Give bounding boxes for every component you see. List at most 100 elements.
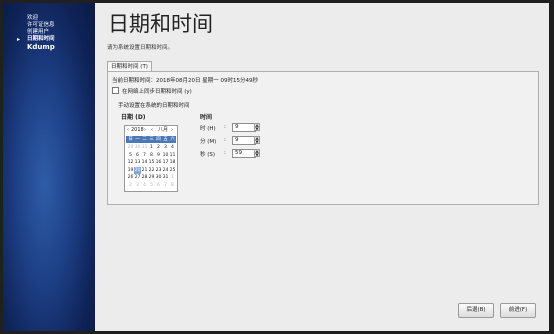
weekday-label: 一 (135, 137, 140, 142)
page-instruction: 请为系统设置日期和时间。 (107, 45, 174, 51)
time-heading: 时间 (200, 114, 213, 121)
sidebar-item-label: 许可证信息 (27, 22, 55, 28)
current-datetime-label: 当前日期和时间： (112, 78, 157, 84)
calendar-day[interactable]: 17 (162, 159, 169, 166)
hour-spinner-buttons: ▲ ▼ (254, 123, 260, 132)
network-sync-label[interactable]: 在网络上同步日期和时间 (y) (122, 87, 192, 95)
calendar-day[interactable]: 2 (155, 144, 162, 151)
second-label: 秒 (S) (200, 152, 216, 158)
sidebar-item-label: Kdump (27, 43, 55, 51)
calendar-day[interactable]: 28 (141, 174, 148, 181)
main-content: 日期和时间 请为系统设置日期和时间。 日期和时间 (T) 当前日期和时间： 20… (95, 3, 549, 331)
weekday-label: 四 (156, 137, 161, 142)
calendar-day[interactable]: 25 (169, 167, 176, 174)
calendar-day[interactable]: 13 (134, 159, 141, 166)
year-next-button[interactable]: › (144, 127, 146, 134)
sidebar-item-license[interactable]: 许可证信息 (17, 22, 55, 29)
minute-spinner-input[interactable]: 9 (232, 136, 256, 145)
second-down-arrow-icon[interactable]: ▼ (254, 153, 260, 157)
calendar-day[interactable]: 29 (148, 174, 155, 181)
calendar-day[interactable]: 31 (162, 174, 169, 181)
month-value: 八月 (158, 127, 169, 133)
calendar-day[interactable]: 30 (155, 174, 162, 181)
minute-colon: : (224, 137, 226, 143)
weekday-label: 三 (149, 137, 154, 142)
page-title: 日期和时间 (108, 12, 213, 36)
hour-colon: : (224, 124, 226, 130)
forward-button[interactable]: 前进(F) (500, 303, 536, 318)
weekday-label: 五 (163, 137, 168, 142)
sidebar-item-kdump[interactable]: Kdump (17, 43, 55, 52)
sidebar-item-create-user[interactable]: 创建用户 (17, 29, 55, 36)
current-datetime-value: 2018年08月20日 星期一 09时15分49秒 (156, 78, 258, 84)
weekday-label: 六 (170, 137, 175, 142)
calendar-day[interactable]: 5 (127, 152, 134, 159)
calendar-day[interactable]: 27 (134, 174, 141, 181)
sidebar-item-label: 日期和时间 (27, 36, 55, 42)
calendar-day[interactable]: 22 (148, 167, 155, 174)
calendar-day[interactable]: 23 (155, 167, 162, 174)
second-spinner-input[interactable]: 59 (232, 149, 256, 158)
calendar-day[interactable]: 8 (169, 182, 176, 189)
calendar-day-selected[interactable]: 20 (134, 166, 141, 174)
calendar-day[interactable]: 26 (127, 174, 134, 181)
network-sync-checkbox[interactable] (112, 87, 119, 94)
calendar-day[interactable]: 21 (141, 167, 148, 174)
current-step-arrow-icon: ▸ (17, 36, 21, 43)
calendar-day[interactable]: 6 (155, 182, 162, 189)
calendar-day[interactable]: 3 (134, 182, 141, 189)
weekday-label: 二 (142, 137, 147, 142)
calendar-day[interactable]: 30 (134, 144, 141, 151)
minute-row: 分 (M) : 9 ▲ ▼ (200, 136, 320, 146)
calendar-day[interactable]: 1 (169, 174, 176, 181)
minute-down-arrow-icon[interactable]: ▼ (254, 140, 260, 144)
calendar-day[interactable]: 4 (169, 144, 176, 151)
hour-label: 时 (H) (200, 126, 216, 132)
calendar-day[interactable]: 8 (148, 152, 155, 159)
calendar-day[interactable]: 11 (169, 152, 176, 159)
calendar-day[interactable]: 29 (127, 144, 134, 151)
calendar-day[interactable]: 24 (162, 167, 169, 174)
sidebar-item-label: 欢迎 (27, 15, 39, 21)
hour-spinner-input[interactable]: 9 (232, 123, 256, 132)
sidebar-item-date-time[interactable]: ▸ 日期和时间 (17, 36, 55, 43)
calendar-day[interactable]: 7 (162, 182, 169, 189)
calendar-day[interactable]: 15 (148, 159, 155, 166)
sidebar: 欢迎 许可证信息 创建用户 ▸ 日期和时间 Kdump (3, 3, 95, 331)
sidebar-nav: 欢迎 许可证信息 创建用户 ▸ 日期和时间 Kdump (17, 15, 55, 52)
year-value: 2018 (131, 127, 144, 133)
calendar-day[interactable]: 6 (134, 152, 141, 159)
calendar-day[interactable]: 4 (141, 182, 148, 189)
hour-down-arrow-icon[interactable]: ▼ (254, 127, 260, 131)
calendar-day[interactable]: 1 (148, 144, 155, 151)
minute-label: 分 (M) (200, 139, 217, 145)
calendar-day[interactable]: 3 (162, 144, 169, 151)
year-prev-button[interactable]: ‹ (127, 127, 129, 134)
calendar-day[interactable]: 18 (169, 159, 176, 166)
sidebar-item-label: 创建用户 (27, 29, 50, 35)
month-prev-button[interactable]: ‹ (151, 127, 153, 134)
calendar-day[interactable]: 7 (141, 152, 148, 159)
minute-spinner-buttons: ▲ ▼ (254, 136, 260, 145)
calendar-day[interactable]: 16 (155, 159, 162, 166)
calendar-day[interactable]: 12 (127, 159, 134, 166)
calendar-weekday-header: 日一二三四五六 (126, 136, 176, 143)
window-frame: 欢迎 许可证信息 创建用户 ▸ 日期和时间 Kdump 日期和时间 请为系统设置日… (0, 0, 554, 334)
month-next-button[interactable]: › (171, 127, 173, 134)
calendar-day[interactable]: 2 (127, 182, 134, 189)
sidebar-item-welcome[interactable]: 欢迎 (17, 15, 55, 22)
calendar-day[interactable]: 14 (141, 159, 148, 166)
date-time-panel: 当前日期和时间： 2018年08月20日 星期一 09时15分49秒 在网络上同… (107, 71, 539, 205)
hour-row: 时 (H) : 9 ▲ ▼ (200, 123, 320, 133)
back-button[interactable]: 后退(B) (458, 303, 494, 318)
weekday-label: 日 (128, 137, 133, 142)
calendar-day[interactable]: 10 (162, 152, 169, 159)
calendar-day[interactable]: 9 (155, 152, 162, 159)
calendar-day[interactable]: 5 (148, 182, 155, 189)
calendar-nav: ‹ 2018 › ‹ 八月 › (125, 127, 177, 134)
calendar-day[interactable]: 31 (141, 144, 148, 151)
date-heading: 日期 (D) (121, 114, 146, 121)
manual-set-label: 手动设置在系统的日期和时间 (118, 103, 190, 109)
second-spinner-buttons: ▲ ▼ (254, 149, 260, 158)
calendar-day[interactable]: 19 (127, 167, 134, 174)
